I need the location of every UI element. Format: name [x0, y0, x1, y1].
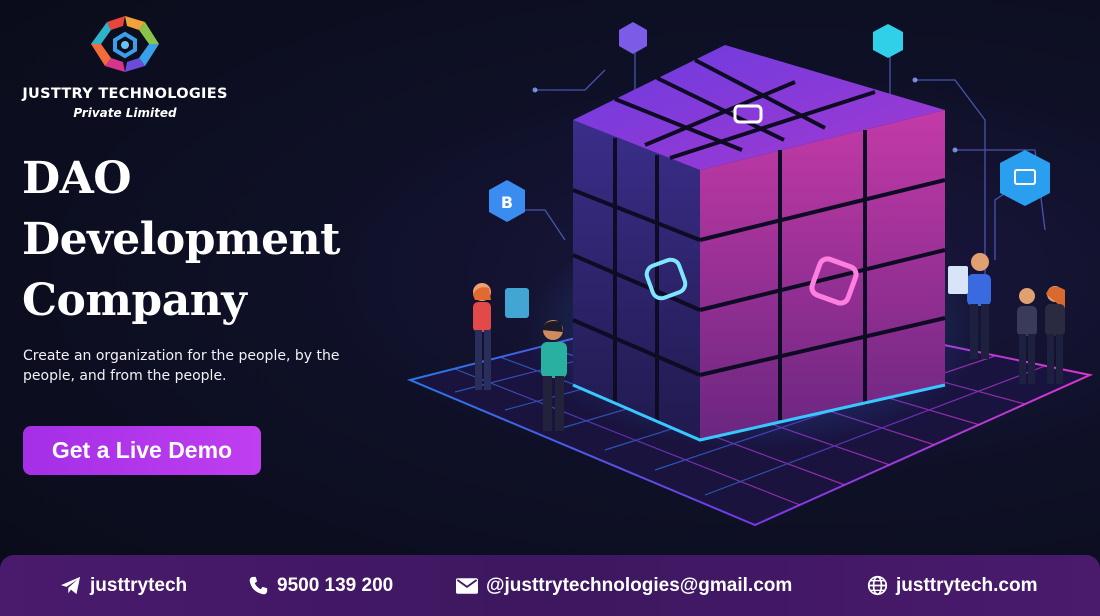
email-icon — [456, 577, 478, 594]
hexagon-logo-icon — [91, 16, 159, 72]
phone-number: 9500 139 200 — [277, 574, 394, 596]
website-url: justtrytech.com — [896, 574, 1038, 596]
phone-contact[interactable]: 9500 139 200 — [247, 555, 393, 616]
dao-cube-illustration: B — [406, 22, 1094, 527]
telegram-icon — [61, 576, 81, 594]
telegram-handle: justtrytech — [90, 574, 188, 596]
phone-icon — [249, 576, 268, 594]
telegram-contact[interactable]: justtrytech — [60, 555, 187, 616]
company-name: JUSTTRY TECHNOLOGIES — [22, 86, 228, 102]
email-address: @justtrytechnologies@gmail.com — [486, 574, 793, 596]
website-contact[interactable]: justtrytech.com — [867, 555, 1037, 616]
title-line-1: DAO — [22, 153, 132, 204]
live-demo-button[interactable]: Get a Live Demo — [23, 426, 261, 475]
title-line-3: Company — [22, 275, 247, 326]
company-logo[interactable]: JUSTTRY TECHNOLOGIES Private Limited — [18, 14, 232, 120]
company-subtitle: Private Limited — [73, 106, 177, 120]
page-title: DAO Development Company — [22, 148, 422, 331]
globe-icon — [867, 575, 888, 596]
svg-text:B: B — [501, 193, 513, 212]
banner: JUSTTRY TECHNOLOGIES Private Limited DAO… — [0, 0, 1100, 616]
email-contact[interactable]: @justtrytechnologies@gmail.com — [456, 555, 792, 616]
contact-footer: justtrytech 9500 139 200 @justtrytechnol… — [0, 555, 1100, 616]
hero-subtitle: Create an organization for the people, b… — [23, 348, 340, 384]
title-line-2: Development — [22, 214, 340, 265]
